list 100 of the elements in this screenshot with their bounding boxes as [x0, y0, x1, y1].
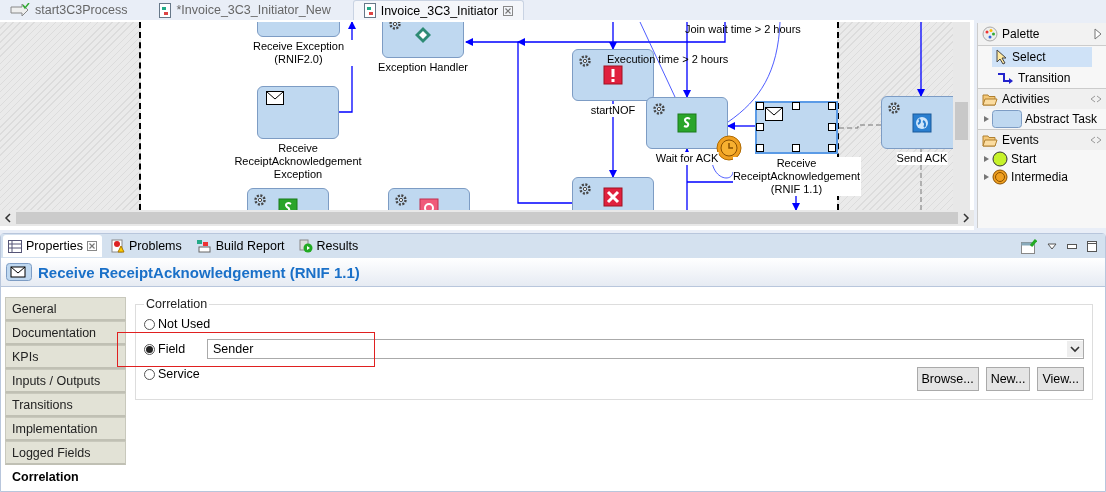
- radio-button[interactable]: [144, 343, 155, 355]
- task-node[interactable]: [257, 86, 339, 139]
- horizontal-scrollbar[interactable]: [0, 210, 975, 226]
- resize-handle[interactable]: [792, 144, 800, 152]
- element-title: Receive ReceiptAcknowledgement (RNIF 1.1): [38, 263, 360, 281]
- gear-icon: [253, 193, 267, 207]
- view-tab[interactable]: Problems: [106, 235, 187, 257]
- node-label: Exception Handler: [378, 61, 468, 74]
- action-button[interactable]: New...: [985, 367, 1031, 391]
- folder-icon: [982, 133, 999, 147]
- pin-editor-icon[interactable]: [1021, 238, 1037, 254]
- resize-handle[interactable]: [792, 102, 800, 110]
- expand-triangle-icon: [984, 174, 990, 180]
- ring-icon: [992, 169, 1009, 185]
- field-dropdown[interactable]: Sender: [207, 339, 1084, 359]
- palette-item[interactable]: Intermedia: [978, 168, 1106, 186]
- section-tab[interactable]: KPIs: [5, 345, 126, 369]
- radio-button[interactable]: [144, 368, 155, 380]
- resize-handle[interactable]: [756, 123, 764, 131]
- connector-arrow-icon: [996, 71, 1015, 85]
- gear-icon: [652, 102, 666, 116]
- report-icon: [195, 239, 212, 253]
- maximize-icon[interactable]: [1087, 240, 1097, 252]
- node-label: Wait for ACK: [655, 152, 719, 165]
- editor-tab[interactable]: *Invoice_3C3_Initiator_New: [149, 0, 341, 20]
- expand-triangle-icon: [984, 116, 990, 122]
- action-button[interactable]: View...: [1037, 367, 1084, 391]
- palette-drawer[interactable]: Activities: [978, 88, 1106, 109]
- envelope-icon: [266, 91, 284, 105]
- association-line: [837, 124, 882, 129]
- expand-triangle-icon[interactable]: [1094, 28, 1102, 40]
- envelope-icon: [6, 263, 32, 281]
- resize-handle[interactable]: [828, 123, 836, 131]
- action-button[interactable]: Browse...: [916, 367, 979, 391]
- resize-handle[interactable]: [828, 144, 836, 152]
- radio-button[interactable]: [144, 318, 155, 330]
- task-shape-icon: [992, 110, 1023, 128]
- palette-drawer[interactable]: Events: [978, 129, 1106, 150]
- diagram-file-icon: [159, 2, 172, 18]
- view-tab[interactable]: Properties: [3, 235, 102, 257]
- diagram-file-icon: [363, 3, 376, 18]
- radio-option[interactable]: Not Used: [144, 317, 211, 331]
- task-node[interactable]: [755, 101, 838, 154]
- warning-document-icon: [111, 239, 125, 253]
- palette-title: Palette: [1002, 27, 1041, 41]
- gear-icon: [887, 101, 901, 115]
- view-tab[interactable]: Results: [293, 235, 364, 257]
- dropdown-chevron-icon[interactable]: [1067, 341, 1083, 357]
- view-menu-icon[interactable]: [1047, 242, 1057, 250]
- play-icon: [298, 239, 313, 253]
- gear-icon: [578, 182, 592, 196]
- section-tab[interactable]: Inputs / Outputs: [5, 369, 126, 393]
- diamond-icon: [414, 26, 432, 44]
- editor-tab[interactable]: Invoice_3C3_Initiator: [352, 0, 525, 20]
- gear-icon: [394, 193, 408, 207]
- node-label: Receive ReceiptAcknowledgement (RNIF 1.1): [732, 157, 861, 196]
- dollar-document-icon: [677, 113, 697, 133]
- section-tab[interactable]: Transitions: [5, 393, 126, 417]
- envelope-icon: [765, 107, 783, 121]
- palette-icon: [982, 26, 999, 42]
- palette-tool[interactable]: Transition: [992, 69, 1092, 87]
- resize-handle[interactable]: [756, 144, 764, 152]
- resize-handle[interactable]: [828, 102, 836, 110]
- palette-item[interactable]: Abstract Task: [978, 109, 1106, 129]
- association-line: [920, 148, 922, 210]
- task-node[interactable]: [382, 22, 464, 58]
- minimize-icon[interactable]: [1067, 243, 1077, 249]
- task-node[interactable]: [572, 177, 654, 210]
- left-chevron-icon[interactable]: [4, 213, 12, 223]
- node-label: startNOF: [590, 104, 636, 117]
- node-label: Send ACK: [896, 152, 948, 165]
- cross-icon: [603, 187, 623, 207]
- task-node[interactable]: [646, 97, 728, 149]
- globe-icon: [912, 112, 932, 133]
- section-tab[interactable]: Documentation: [5, 321, 126, 345]
- right-chevron-icon[interactable]: [962, 213, 971, 223]
- section-tab[interactable]: Logged Fields: [5, 441, 126, 465]
- section-tab[interactable]: Implementation: [5, 417, 126, 441]
- task-node[interactable]: [881, 96, 953, 149]
- radio-option[interactable]: Service: [144, 367, 207, 381]
- editor-tab[interactable]: start3C3Process: [0, 0, 138, 20]
- circle-icon: [992, 151, 1009, 167]
- node-label: Receive ReceiptAcknowledgementException: [234, 142, 362, 181]
- pointer-icon: [996, 49, 1009, 65]
- resize-handle[interactable]: [756, 102, 764, 110]
- section-tab[interactable]: General: [5, 297, 126, 321]
- vertical-scrollbar[interactable]: [953, 22, 970, 210]
- view-tab[interactable]: Build Report: [190, 235, 290, 257]
- close-icon[interactable]: [87, 241, 97, 251]
- expand-triangle-icon: [984, 156, 990, 162]
- palette-tool[interactable]: Select: [992, 47, 1092, 67]
- process-arrow-icon: [10, 3, 30, 17]
- gear-icon: [578, 54, 592, 68]
- task-node[interactable]: [572, 49, 654, 101]
- palette-item[interactable]: Start: [978, 150, 1106, 168]
- group-title: Correlation: [145, 297, 209, 311]
- close-icon[interactable]: [503, 5, 514, 16]
- table-icon: [8, 239, 22, 253]
- radio-option[interactable]: Field: [144, 342, 207, 356]
- folder-icon: [982, 92, 999, 106]
